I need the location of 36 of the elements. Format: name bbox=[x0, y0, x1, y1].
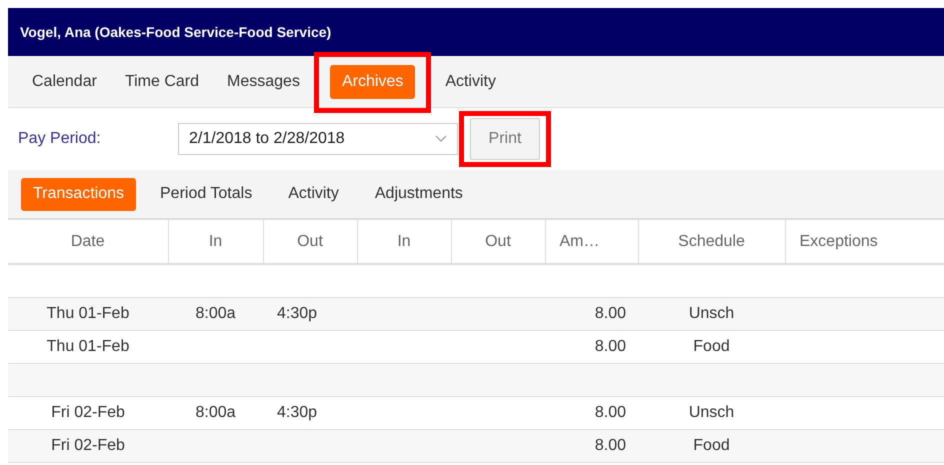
table-cell: Food bbox=[693, 338, 730, 356]
column-header: Out bbox=[485, 232, 511, 250]
print-button[interactable]: Print bbox=[470, 118, 540, 160]
sub-tab[interactable]: Period Totals bbox=[148, 178, 264, 210]
nav-tab[interactable]: Calendar bbox=[20, 64, 109, 98]
table-cell: 8.00 bbox=[594, 404, 626, 422]
column-header: Date bbox=[70, 232, 105, 250]
sub-tab[interactable]: Adjustments bbox=[362, 178, 475, 210]
chevron-down-icon bbox=[435, 135, 447, 143]
table-cell: Food bbox=[693, 437, 730, 455]
table-cell: 8:00a bbox=[195, 305, 236, 323]
table-cell: 4:30p bbox=[277, 305, 318, 323]
window-title: Vogel, Ana (Oakes-Food Service-Food Service) bbox=[20, 24, 332, 40]
column-header: Out bbox=[297, 232, 323, 250]
table-cell: 8.00 bbox=[594, 338, 626, 356]
column-header: Am… bbox=[560, 232, 600, 250]
table-cell: 8.00 bbox=[594, 305, 626, 323]
table-cell: Fri 02-Feb bbox=[51, 404, 125, 422]
column-header: In bbox=[208, 232, 222, 250]
column-header: Schedule bbox=[678, 232, 745, 250]
table-cell: Thu 01-Feb bbox=[46, 338, 130, 356]
table-cell: Unsch bbox=[688, 305, 734, 323]
table-cell: 8:00a bbox=[195, 404, 236, 422]
pay-period-dropdown[interactable]: 2/1/2018 to 2/28/2018 bbox=[178, 123, 458, 155]
field-label: Pay Period: bbox=[18, 130, 102, 148]
table-cell: Unsch bbox=[688, 404, 734, 422]
table-cell: Thu 01-Feb bbox=[46, 305, 130, 323]
table-cell: Fri 02-Feb bbox=[51, 437, 125, 455]
column-header: Exceptions bbox=[800, 232, 878, 250]
sub-tab[interactable]: Activity bbox=[276, 178, 351, 210]
table-cell: 4:30p bbox=[277, 404, 318, 422]
nav-tab[interactable]: Activity bbox=[433, 64, 508, 98]
table-cell: 8.00 bbox=[594, 437, 626, 455]
column-header: In bbox=[397, 232, 411, 250]
nav-tab[interactable]: Messages bbox=[215, 64, 312, 98]
nav-tab[interactable]: Time Card bbox=[112, 64, 212, 98]
